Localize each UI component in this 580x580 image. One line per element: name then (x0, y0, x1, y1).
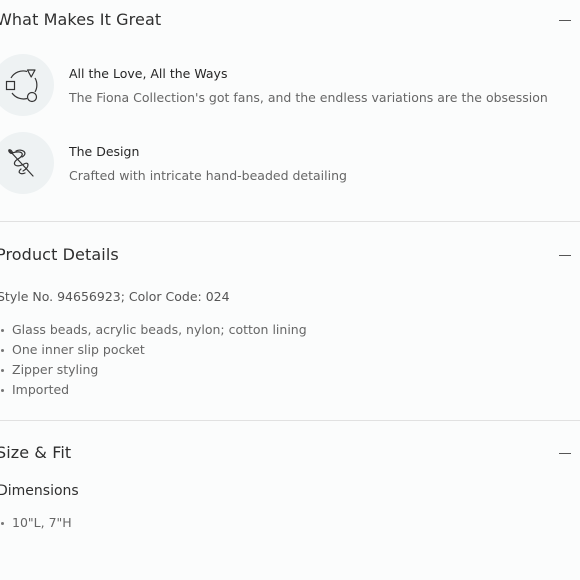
list-item: Zipper styling (0, 360, 307, 380)
minus-icon (559, 19, 571, 21)
feature-description: Crafted with intricate hand-beaded detai… (69, 168, 347, 183)
product-accordion-page: What Makes It Great All the Love, All th… (0, 0, 580, 580)
style-number: Style No. 94656923; Color Code: 024 (0, 289, 230, 304)
product-details-list: Glass beads, acrylic beads, nylon; cotto… (0, 320, 307, 400)
section-title: Product Details (0, 245, 119, 264)
what-makes-it-great-header[interactable]: What Makes It Great (0, 0, 580, 40)
feature-title: The Design (69, 144, 140, 159)
product-details-section: Product Details Style No. 94656923; Colo… (0, 222, 580, 421)
list-item: Imported (0, 380, 307, 400)
minus-icon (559, 254, 571, 256)
dimensions-list: 10"L, 7"H (0, 513, 72, 533)
dimensions-heading: Dimensions (0, 483, 79, 499)
feature-item: The Design Crafted with intricate hand-b… (0, 132, 580, 196)
cycle-shapes-icon (5, 69, 38, 103)
feature-description: The Fiona Collection's got fans, and the… (69, 90, 548, 105)
list-item: One inner slip pocket (0, 340, 307, 360)
feature-item: All the Love, All the Ways The Fiona Col… (0, 54, 580, 118)
feature-icon-circle (0, 54, 54, 116)
list-item: 10"L, 7"H (0, 513, 72, 533)
feature-text: The Design Crafted with intricate hand-b… (69, 144, 579, 183)
size-fit-section: Size & Fit Dimensions 10"L, 7"H (0, 421, 580, 580)
feature-title: All the Love, All the Ways (69, 66, 228, 81)
section-title: Size & Fit (0, 443, 72, 462)
size-fit-header[interactable]: Size & Fit (0, 433, 580, 473)
what-makes-it-great-section: What Makes It Great All the Love, All th… (0, 0, 580, 222)
collapse-button[interactable] (556, 9, 574, 31)
list-item: Glass beads, acrylic beads, nylon; cotto… (0, 320, 307, 340)
minus-icon (559, 452, 571, 454)
collapse-button[interactable] (556, 442, 574, 464)
section-title: What Makes It Great (0, 10, 162, 29)
collapse-button[interactable] (556, 244, 574, 266)
feature-text: All the Love, All the Ways The Fiona Col… (69, 66, 579, 105)
feature-icon-circle (0, 132, 54, 194)
needle-thread-icon (8, 149, 34, 177)
product-details-header[interactable]: Product Details (0, 235, 580, 275)
